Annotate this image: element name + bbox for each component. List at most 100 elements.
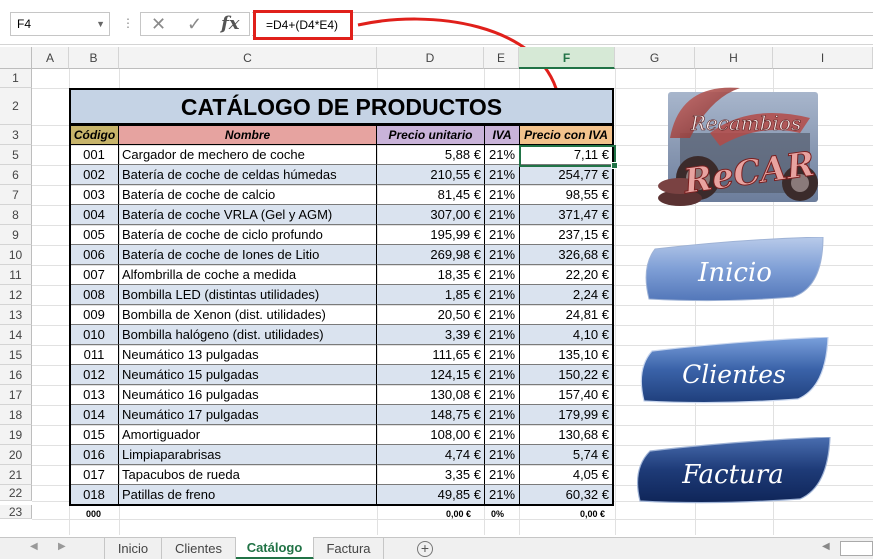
row-header-14[interactable]: 14 xyxy=(0,325,32,345)
column-header-b[interactable]: B xyxy=(69,47,119,69)
column-header-e[interactable]: E xyxy=(484,47,519,69)
cell-name[interactable]: Batería de coche de ciclo profundo xyxy=(118,225,376,245)
cell-price-with-iva[interactable]: 237,15 € xyxy=(519,225,614,245)
cell-unit-price[interactable]: 108,00 € xyxy=(376,425,484,445)
name-box[interactable]: F4 ▼ xyxy=(10,12,110,36)
cell-code[interactable]: 005 xyxy=(69,225,118,245)
cell-iva[interactable]: 21% xyxy=(484,405,519,425)
row-header-22[interactable]: 22 xyxy=(0,485,32,501)
cell-price-with-iva[interactable]: 326,68 € xyxy=(519,245,614,265)
formula-text[interactable]: =D4+(D4*E4) xyxy=(253,10,353,40)
cell-code[interactable]: 006 xyxy=(69,245,118,265)
row-header-15[interactable]: 15 xyxy=(0,345,32,365)
cell-iva[interactable]: 21% xyxy=(484,425,519,445)
column-header-d[interactable]: D xyxy=(377,47,484,69)
cell-code[interactable]: 013 xyxy=(69,385,118,405)
cell-unit-price[interactable]: 1,85 € xyxy=(376,285,484,305)
row-header-2[interactable]: 2 xyxy=(0,88,32,125)
insert-function-icon[interactable]: fx xyxy=(221,14,239,34)
column-header-c[interactable]: C xyxy=(119,47,377,69)
cell-name[interactable]: Bombilla LED (distintas utilidades) xyxy=(118,285,376,305)
row-header-6[interactable]: 6 xyxy=(0,165,32,185)
row-header-9[interactable]: 9 xyxy=(0,225,32,245)
tab-catalogo[interactable]: Catálogo xyxy=(236,537,314,559)
enter-icon[interactable]: ✓ xyxy=(187,14,202,34)
cell-unit-price[interactable]: 18,35 € xyxy=(376,265,484,285)
cancel-icon[interactable]: ✕ xyxy=(151,14,166,34)
row-header-17[interactable]: 17 xyxy=(0,385,32,405)
cell-iva[interactable]: 21% xyxy=(484,245,519,265)
cell-iva[interactable]: 21% xyxy=(484,145,519,165)
cell-iva[interactable]: 21% xyxy=(484,465,519,485)
cell-code[interactable]: 011 xyxy=(69,345,118,365)
cell-price-with-iva[interactable]: 4,10 € xyxy=(519,325,614,345)
row-header-13[interactable]: 13 xyxy=(0,305,32,325)
horizontal-scrollbar[interactable] xyxy=(840,541,873,556)
cell-unit-price[interactable]: 124,15 € xyxy=(376,365,484,385)
tab-clientes[interactable]: Clientes xyxy=(162,538,236,559)
column-header-f[interactable]: F xyxy=(519,47,615,69)
row-header-21[interactable]: 21 xyxy=(0,465,32,485)
cell-code[interactable]: 007 xyxy=(69,265,118,285)
row-header-12[interactable]: 12 xyxy=(0,285,32,305)
cell-iva[interactable]: 21% xyxy=(484,345,519,365)
blank-row-total[interactable]: 0,00 € xyxy=(580,507,605,521)
row-header-3[interactable]: 3 xyxy=(0,125,32,145)
cell-iva[interactable]: 21% xyxy=(484,485,519,505)
cell-price-with-iva[interactable]: 98,55 € xyxy=(519,185,614,205)
cell-code[interactable]: 004 xyxy=(69,205,118,225)
inicio-button[interactable]: Inicio xyxy=(643,237,828,303)
cell-iva[interactable]: 21% xyxy=(484,325,519,345)
row-header-20[interactable]: 20 xyxy=(0,445,32,465)
row-header-16[interactable]: 16 xyxy=(0,365,32,385)
cell-name[interactable]: Amortiguador xyxy=(118,425,376,445)
add-sheet-icon[interactable]: + xyxy=(417,541,433,557)
cell-code[interactable]: 002 xyxy=(69,165,118,185)
drag-handle-icon[interactable]: ⋮ xyxy=(122,16,134,30)
cell-code[interactable]: 012 xyxy=(69,365,118,385)
clientes-button[interactable]: Clientes xyxy=(638,337,830,405)
cell-name[interactable]: Limpiaparabrisas xyxy=(118,445,376,465)
cell-unit-price[interactable]: 269,98 € xyxy=(376,245,484,265)
cell-price-with-iva[interactable]: 135,10 € xyxy=(519,345,614,365)
cell-code[interactable]: 017 xyxy=(69,465,118,485)
cell-price-with-iva[interactable]: 7,11 € xyxy=(519,145,614,165)
cell-unit-price[interactable]: 111,65 € xyxy=(376,345,484,365)
cell-code[interactable]: 009 xyxy=(69,305,118,325)
cell-name[interactable]: Bombilla halógeno (dist. utilidades) xyxy=(118,325,376,345)
cell-iva[interactable]: 21% xyxy=(484,365,519,385)
cell-name[interactable]: Batería de coche de celdas húmedas xyxy=(118,165,376,185)
row-header-1[interactable]: 1 xyxy=(0,69,32,88)
cell-unit-price[interactable]: 49,85 € xyxy=(376,485,484,505)
column-header-h[interactable]: H xyxy=(695,47,773,69)
cell-code[interactable]: 010 xyxy=(69,325,118,345)
cell-name[interactable]: Batería de coche VRLA (Gel y AGM) xyxy=(118,205,376,225)
chevron-down-icon[interactable]: ▼ xyxy=(96,13,105,35)
scrollbar-left-icon[interactable]: ◀ xyxy=(822,541,830,552)
cell-price-with-iva[interactable]: 60,32 € xyxy=(519,485,614,505)
cell-iva[interactable]: 21% xyxy=(484,265,519,285)
cell-iva[interactable]: 21% xyxy=(484,445,519,465)
cell-unit-price[interactable]: 130,08 € xyxy=(376,385,484,405)
cell-name[interactable]: Neumático 13 pulgadas xyxy=(118,345,376,365)
cell-price-with-iva[interactable]: 150,22 € xyxy=(519,365,614,385)
cell-code[interactable]: 001 xyxy=(69,145,118,165)
cell-code[interactable]: 014 xyxy=(69,405,118,425)
cell-iva[interactable]: 21% xyxy=(484,225,519,245)
blank-row-code[interactable]: 000 xyxy=(86,507,101,521)
scroll-right-icon[interactable]: ▶ xyxy=(58,541,66,552)
cell-name[interactable]: Batería de coche de Iones de Litio xyxy=(118,245,376,265)
tab-inicio[interactable]: Inicio xyxy=(104,538,162,559)
cell-iva[interactable]: 21% xyxy=(484,305,519,325)
cell-name[interactable]: Cargador de mechero de coche xyxy=(118,145,376,165)
cell-price-with-iva[interactable]: 22,20 € xyxy=(519,265,614,285)
cell-iva[interactable]: 21% xyxy=(484,185,519,205)
cell-name[interactable]: Batería de coche de calcio xyxy=(118,185,376,205)
row-header-5[interactable]: 5 xyxy=(0,145,32,165)
cell-code[interactable]: 003 xyxy=(69,185,118,205)
cell-price-with-iva[interactable]: 130,68 € xyxy=(519,425,614,445)
row-header-7[interactable]: 7 xyxy=(0,185,32,205)
cell-unit-price[interactable]: 20,50 € xyxy=(376,305,484,325)
cell-price-with-iva[interactable]: 24,81 € xyxy=(519,305,614,325)
cell-price-with-iva[interactable]: 371,47 € xyxy=(519,205,614,225)
